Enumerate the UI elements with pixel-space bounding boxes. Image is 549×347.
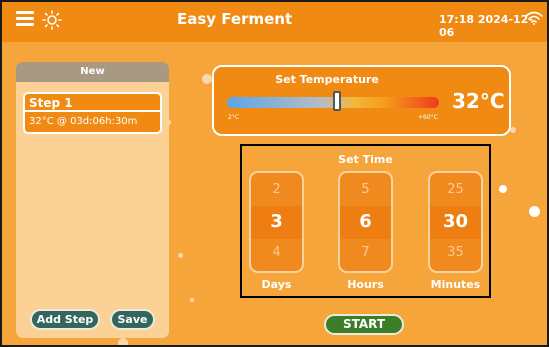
hours-prev-value[interactable]: 5 xyxy=(340,182,391,197)
step-card[interactable]: Step 1 32°C @ 03d:06h:30m xyxy=(23,92,162,134)
minutes-picker[interactable]: 25 30 35 Minutes xyxy=(428,171,483,291)
save-button[interactable]: Save xyxy=(110,309,155,330)
decorative-dot xyxy=(510,127,516,133)
decorative-dot xyxy=(190,298,194,302)
set-time-box: Set Time 2 3 4 Days 5 6 7 Hours 25 30 35… xyxy=(240,144,491,298)
step-title: Step 1 xyxy=(25,94,160,112)
minutes-roller[interactable]: 25 30 35 xyxy=(428,171,483,273)
minutes-value: 30 xyxy=(442,211,469,232)
decorative-dot xyxy=(166,120,171,125)
temperature-label: Set Temperature xyxy=(275,73,379,86)
days-value: 3 xyxy=(270,211,283,232)
start-button[interactable]: START xyxy=(324,314,404,335)
set-time-label: Set Time xyxy=(338,153,393,166)
app-title: Easy Ferment xyxy=(177,10,293,28)
days-picker[interactable]: 2 3 4 Days xyxy=(249,171,304,291)
menu-icon[interactable] xyxy=(16,11,34,27)
hours-roller[interactable]: 5 6 7 xyxy=(338,171,393,273)
decorative-dot xyxy=(529,206,540,217)
minutes-prev-value[interactable]: 25 xyxy=(430,182,481,197)
decorative-dot xyxy=(178,253,183,258)
sun-icon[interactable] xyxy=(42,10,62,30)
temperature-min-label: 2°C xyxy=(228,114,240,121)
minutes-label: Minutes xyxy=(430,278,481,291)
hours-picker[interactable]: 5 6 7 Hours xyxy=(338,171,393,291)
temperature-max-label: +60°C xyxy=(418,114,438,121)
days-label: Days xyxy=(261,278,292,291)
days-roller[interactable]: 2 3 4 xyxy=(249,171,304,273)
temperature-slider-handle[interactable] xyxy=(332,91,341,111)
hours-label: Hours xyxy=(347,278,384,291)
hours-value: 6 xyxy=(359,211,372,232)
minutes-next-value[interactable]: 35 xyxy=(430,245,481,260)
wifi-icon[interactable] xyxy=(525,11,543,25)
decorative-dot xyxy=(499,185,507,193)
decorative-dot xyxy=(202,74,212,84)
days-next-value[interactable]: 4 xyxy=(251,245,302,260)
temperature-value: 32°C xyxy=(452,89,505,113)
days-prev-value[interactable]: 2 xyxy=(251,182,302,197)
header-bar: Easy Ferment 17:18 2024-12-06 xyxy=(2,2,547,42)
program-name: New xyxy=(16,62,169,82)
add-step-button[interactable]: Add Step xyxy=(30,309,100,330)
step-detail: 32°C @ 03d:06h:30m xyxy=(29,116,138,127)
hours-next-value[interactable]: 7 xyxy=(340,245,391,260)
program-panel: New Step 1 32°C @ 03d:06h:30m Add Step S… xyxy=(16,62,169,338)
decorative-dot xyxy=(118,338,128,345)
temperature-card: Set Temperature 2°C +60°C 32°C xyxy=(212,65,511,136)
app-screen: Easy Ferment 17:18 2024-12-06 New Step 1… xyxy=(0,0,549,347)
